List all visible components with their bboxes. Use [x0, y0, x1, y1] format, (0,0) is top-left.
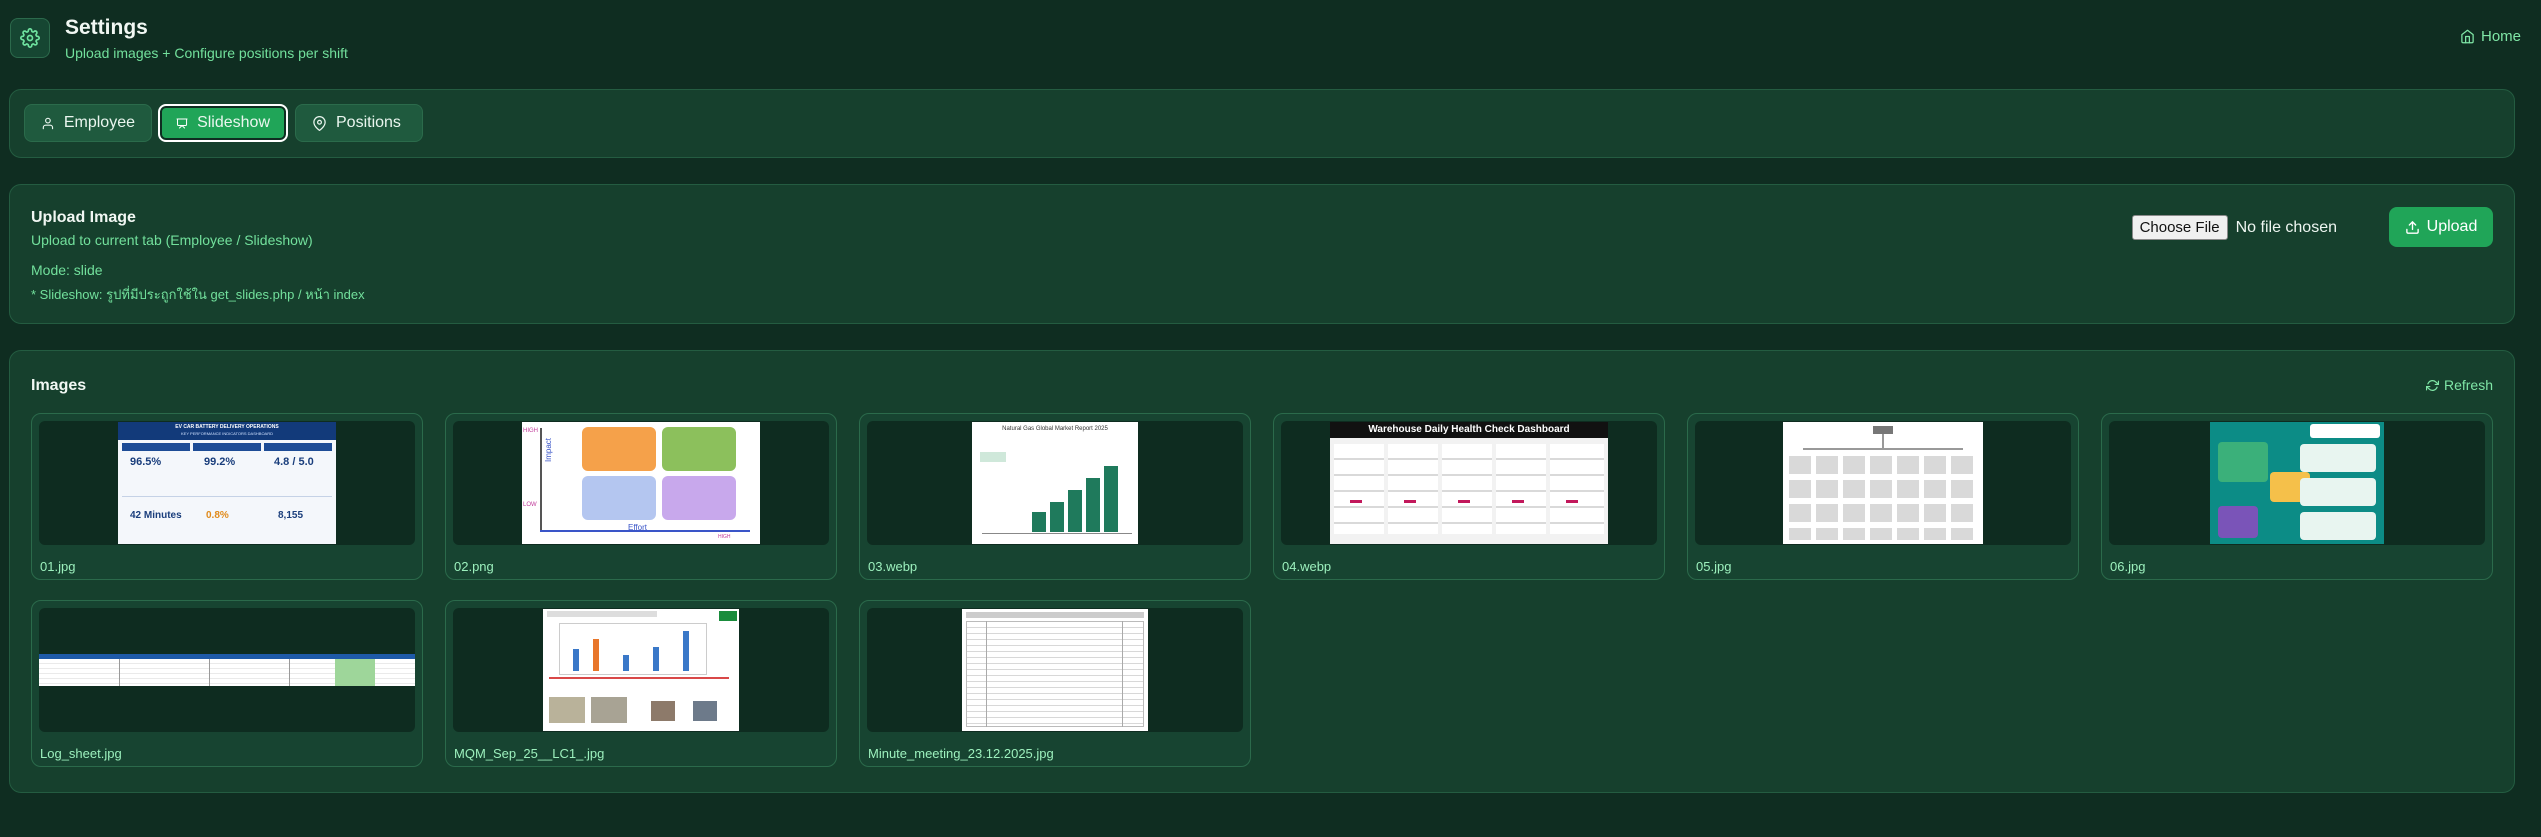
image-thumbnail — [543, 609, 739, 731]
upload-mode: Mode: slide — [31, 262, 103, 278]
thumb-axis-x: Effort — [628, 523, 647, 532]
tabs-panel: Employee Slideshow Positions — [9, 89, 2515, 158]
image-filename: 03.webp — [868, 559, 918, 574]
image-thumbnail — [962, 609, 1148, 731]
thumb-low-label: LOW — [523, 502, 537, 508]
image-thumbnail-area — [39, 608, 415, 732]
image-filename: 06.jpg — [2110, 559, 2146, 574]
kpi-value: 42 Minutes — [130, 510, 182, 521]
image-filename: MQM_Sep_25__LC1_.jpg — [454, 746, 605, 761]
image-thumbnail — [1783, 422, 1983, 544]
image-card[interactable]: Warehouse Daily Health Check Dashboard 0… — [1273, 413, 1665, 580]
refresh-icon — [2425, 379, 2439, 391]
image-thumbnail-area — [453, 608, 829, 732]
image-thumbnail: Natural Gas Global Market Report 2025 — [972, 422, 1138, 544]
image-thumbnail — [39, 654, 415, 686]
tab-slideshow[interactable]: Slideshow — [158, 104, 288, 142]
presentation-icon — [176, 117, 188, 129]
kpi-value: 0.8% — [206, 510, 229, 521]
kpi-value: 8,155 — [278, 510, 304, 521]
tab-slideshow-label: Slideshow — [197, 114, 270, 131]
image-card[interactable]: EV CAR BATTERY DELIVERY OPERATIONS KEY P… — [31, 413, 423, 580]
kpi-value: 4.8 / 5.0 — [274, 456, 314, 468]
thumb-high-label: HIGH — [523, 428, 538, 434]
image-thumbnail-area — [2109, 421, 2485, 545]
image-thumbnail-area: Natural Gas Global Market Report 2025 — [867, 421, 1243, 545]
upload-note: * Slideshow: รูปที่มีประถูกใช้ใน get_sli… — [31, 287, 365, 302]
file-status: No file chosen — [2235, 218, 2337, 236]
image-card[interactable]: MQM_Sep_25__LC1_.jpg — [445, 600, 837, 767]
image-filename: 01.jpg — [40, 559, 76, 574]
home-link[interactable]: Home — [2460, 28, 2521, 45]
image-thumbnail-area — [1695, 421, 2071, 545]
page-subtitle: Upload images + Configure positions per … — [65, 45, 348, 61]
choose-file-button[interactable]: Choose File — [2131, 215, 2228, 240]
thumb-title: EV CAR BATTERY DELIVERY OPERATIONS — [175, 424, 279, 430]
home-link-label: Home — [2480, 28, 2521, 45]
upload-icon — [2405, 220, 2419, 234]
image-card[interactable]: HIGH LOW Impact Effort HIGH 02.png — [445, 413, 837, 580]
image-card[interactable]: 06.jpg — [2101, 413, 2493, 580]
images-title: Images — [31, 377, 87, 394]
upload-subtitle: Upload to current tab (Employee / Slides… — [31, 232, 313, 248]
image-card[interactable]: 05.jpg — [1687, 413, 2079, 580]
thumb-high-label: HIGH — [718, 534, 731, 540]
kpi-value: 96.5% — [130, 456, 162, 468]
images-panel: Images Refresh EV CAR BATTERY DELIVERY O… — [9, 350, 2515, 793]
tab-employee-label: Employee — [63, 114, 135, 131]
image-card[interactable]: Minute_meeting_23.12.2025.jpg — [859, 600, 1251, 767]
image-thumbnail: Warehouse Daily Health Check Dashboard — [1330, 422, 1608, 544]
page-header: Settings Upload images + Configure posit… — [10, 14, 2521, 64]
kpi-value: 99.2% — [204, 456, 236, 468]
upload-button-label: Upload — [2426, 218, 2478, 235]
image-thumbnail — [2210, 422, 2384, 544]
thumb-title: Natural Gas Global Market Report 2025 — [1002, 426, 1108, 432]
tab-positions[interactable]: Positions — [295, 104, 423, 142]
thumb-axis-y: Impact — [544, 437, 553, 462]
tab-positions-label: Positions — [336, 114, 401, 131]
image-filename: 04.webp — [1282, 559, 1332, 574]
user-icon — [42, 117, 54, 129]
app-logo — [10, 18, 50, 58]
thumb-title: Warehouse Daily Health Check Dashboard — [1368, 424, 1570, 435]
refresh-button[interactable]: Refresh — [2425, 377, 2493, 393]
image-filename: 02.png — [454, 559, 494, 574]
thumb-subtitle: KEY PERFORMANCE INDICATORS DASHBOARD — [180, 431, 273, 436]
upload-title: Upload Image — [31, 209, 136, 226]
image-thumbnail-area: HIGH LOW Impact Effort HIGH — [453, 421, 829, 545]
map-pin-icon — [313, 115, 326, 131]
image-thumbnail-area: Warehouse Daily Health Check Dashboard — [1281, 421, 1657, 545]
refresh-label: Refresh — [2443, 377, 2493, 393]
file-input[interactable]: Choose File No file chosen — [2131, 215, 2337, 240]
tab-employee[interactable]: Employee — [24, 104, 152, 142]
image-card[interactable]: Log_sheet.jpg — [31, 600, 423, 767]
image-filename: 05.jpg — [1696, 559, 1732, 574]
home-icon — [2461, 29, 2474, 44]
image-filename: Minute_meeting_23.12.2025.jpg — [868, 746, 1054, 761]
image-thumbnail-area: EV CAR BATTERY DELIVERY OPERATIONS KEY P… — [39, 421, 415, 545]
image-thumbnail: EV CAR BATTERY DELIVERY OPERATIONS KEY P… — [118, 422, 336, 544]
image-thumbnail: HIGH LOW Impact Effort HIGH — [522, 422, 760, 544]
image-thumbnail-area — [867, 608, 1243, 732]
upload-panel: Upload Image Upload to current tab (Empl… — [9, 184, 2515, 324]
image-filename: Log_sheet.jpg — [40, 746, 122, 761]
gear-icon — [20, 28, 40, 48]
image-card[interactable]: Natural Gas Global Market Report 2025 03… — [859, 413, 1251, 580]
upload-button[interactable]: Upload — [2389, 207, 2493, 247]
page-title: Settings — [65, 16, 148, 39]
